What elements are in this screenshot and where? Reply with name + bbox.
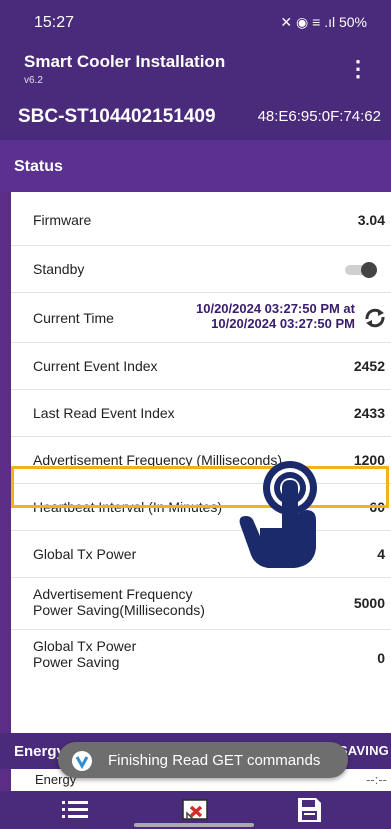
row-current-event-index: Current Event Index 2452 [11,343,391,390]
global-tx-power-saving-label: Global Tx Power Power Saving [33,638,136,670]
row-global-tx-power-saving: Global Tx Power Power Saving 0 [11,630,391,682]
adv-freq-power-saving-label: Advertisement Frequency Power Saving(Mil… [33,586,205,618]
status-section-header: Status [0,140,391,192]
device-mac: 48:E6:95:0F:74:62 [257,108,381,125]
global-tx-power-saving-value: 0 [377,650,385,666]
firmware-label: Firmware [33,212,92,228]
cast-off-icon[interactable] [180,797,210,823]
global-tx-power-value: 4 [377,546,385,562]
current-time-line1: 10/20/2024 03:27:50 PM at [196,301,355,316]
save-icon[interactable] [294,797,324,823]
system-status-bar: 15:27 ✕ ◉ ≡ .ıl 50% [0,0,391,46]
status-list: Firmware 3.04 Standby Current Time 10/20… [11,192,391,733]
app-logo-icon [72,751,92,771]
adv-freq-power-saving-value: 5000 [353,595,385,611]
standby-label: Standby [33,261,85,277]
row-adv-freq-power-saving: Advertisement Frequency Power Saving(Mil… [11,578,391,630]
app-screen: 15:27 ✕ ◉ ≡ .ıl 50% Smart Cooler Install… [0,0,391,829]
app-version: v6.2 [24,75,43,86]
row-standby: Standby [11,246,391,293]
global-tx-power-saving-label-line2: Power Saving [33,654,120,670]
current-time-value: 10/20/2024 03:27:50 PM at 10/20/2024 03:… [196,301,355,331]
row-global-tx-power: Global Tx Power 4 [11,531,391,578]
toggle-knob [361,262,377,278]
home-indicator [134,823,254,827]
tap-hand-icon [239,461,317,568]
adv-freq-power-saving-label-line2: Power Saving(Milliseconds) [33,602,205,618]
current-time-label: Current Time [33,310,114,326]
standby-toggle[interactable] [341,262,377,278]
current-event-index-value: 2452 [353,358,385,374]
device-bar: SBC-ST104402151409 48:E6:95:0F:74:62 [0,90,391,140]
more-vert-icon[interactable]: ⋮ [347,56,369,82]
current-time-line2: 10/20/2024 03:27:50 PM [211,316,355,331]
last-read-event-index-label: Last Read Event Index [33,405,175,421]
heartbeat-highlight-frame [11,466,389,508]
firmware-value: 3.04 [357,212,385,228]
row-last-read-event-index: Last Read Event Index 2433 [11,390,391,437]
row-current-time: Current Time 10/20/2024 03:27:50 PM at 1… [11,293,391,343]
app-bar: Smart Cooler Installation v6.2 ⋮ [0,46,391,90]
toast-text: Finishing Read GET commands [108,752,321,769]
adv-freq-power-saving-label-line1: Advertisement Frequency [33,586,193,602]
device-id: SBC-ST104402151409 [18,106,216,127]
status-section-title: Status [14,158,63,175]
clock: 15:27 [34,14,75,31]
global-tx-power-saving-label-line1: Global Tx Power [33,638,137,654]
global-tx-power-label: Global Tx Power [33,546,137,562]
toast-message: Finishing Read GET commands [58,742,348,778]
app-title: Smart Cooler Installation [24,52,226,71]
current-event-index-label: Current Event Index [33,358,158,374]
energy-value: --:-- [366,772,387,787]
menu-list-icon[interactable] [60,797,90,823]
status-indicators: ✕ ◉ ≡ .ıl 50% [280,14,367,30]
refresh-icon[interactable] [363,307,387,329]
last-read-event-index-value: 2433 [353,405,385,421]
row-firmware: Firmware 3.04 [11,192,391,246]
